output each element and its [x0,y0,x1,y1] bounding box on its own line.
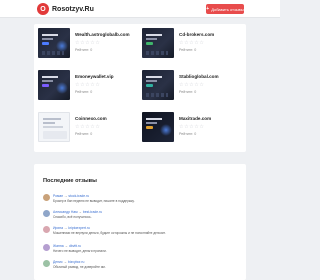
review-item: Роман → stock-trade.ru Брокер в бан неде… [43,194,238,208]
rating-stars: ☆☆☆☆☆ [179,124,205,130]
review-site-link[interactable]: kriptoexpert.ru [68,226,90,230]
company-name[interactable]: Coinnexo.com [75,116,107,121]
latest-reviews-section: Последние отзывы Роман → stock-trade.ru … [34,164,246,280]
company-thumbnail[interactable] [142,112,174,142]
company-card[interactable]: Wealth.astroglobalb.com ☆☆☆☆☆ Рейтинг: 0 [38,28,138,66]
company-thumbnail[interactable] [142,70,174,100]
company-thumbnail[interactable] [38,112,70,142]
rating-stars: ☆☆☆☆☆ [179,40,205,46]
review-item: Александр Нам → best-trade.ru Спасибо, в… [43,210,238,224]
company-grid: Wealth.astroglobalb.com ☆☆☆☆☆ Рейтинг: 0… [34,24,246,152]
avatar [43,244,50,251]
rating-text: Рейтинг: 0 [75,48,93,52]
review-author[interactable]: Ирина [53,226,63,230]
review-site-link[interactable]: dbvitt.ru [69,244,81,248]
company-name[interactable]: Stablioglobal.com [179,74,219,79]
site-header: O Rosotzyv.Ru + Добавить отзывы [0,0,280,18]
company-thumbnail[interactable] [38,28,70,58]
add-review-label: Добавить отзывы [211,6,244,12]
review-text: Обычный развод, не доверяйте им. [53,265,106,269]
review-site-link[interactable]: best-trade.ru [83,210,102,214]
company-name[interactable]: Maxitrade.com [179,116,211,121]
company-name[interactable]: Cd-brokers.com [179,32,214,37]
company-name[interactable]: Emoneywallet.vip [75,74,114,79]
rating-text: Рейтинг: 0 [179,48,197,52]
review-item: Ирина → kriptoexpert.ru Мошенники не вер… [43,226,238,240]
add-review-button[interactable]: + Добавить отзывы [206,4,244,14]
review-text: Брокер в бан неделю не выводит, пишите в… [53,199,135,203]
avatar [43,210,50,217]
rating-stars: ☆☆☆☆☆ [179,82,205,88]
avatar [43,226,50,233]
logo-icon: O [37,3,49,15]
rating-stars: ☆☆☆☆☆ [75,82,101,88]
review-author[interactable]: Денис [53,260,63,264]
review-text: Мошенники не вернули деньги, будьте осто… [53,231,166,235]
rating-stars: ☆☆☆☆☆ [75,40,101,46]
company-card[interactable]: Maxitrade.com ☆☆☆☆☆ Рейтинг: 0 [142,112,242,150]
review-author[interactable]: Роман [53,194,63,198]
review-author[interactable]: Жанна [53,244,64,248]
logo-text: Rosotzyv.Ru [52,5,94,13]
company-card[interactable]: Emoneywallet.vip ☆☆☆☆☆ Рейтинг: 0 [38,70,138,108]
company-card[interactable]: Cd-brokers.com ☆☆☆☆☆ Рейтинг: 0 [142,28,242,66]
company-card[interactable]: Stablioglobal.com ☆☆☆☆☆ Рейтинг: 0 [142,70,242,108]
site-logo[interactable]: O Rosotzyv.Ru [37,3,94,15]
plus-icon: + [206,6,210,12]
review-site-link[interactable]: stock-trade.ru [68,194,89,198]
rating-text: Рейтинг: 0 [179,90,197,94]
company-thumbnail[interactable] [38,70,70,100]
company-card[interactable]: Coinnexo.com ☆☆☆☆☆ Рейтинг: 0 [38,112,138,150]
avatar [43,260,50,267]
rating-text: Рейтинг: 0 [75,132,93,136]
review-author[interactable]: Александр Нам [53,210,78,214]
review-item: Жанна → dbvitt.ru Ничего не выводят, ден… [43,244,238,258]
rating-text: Рейтинг: 0 [75,90,93,94]
review-text: Спасибо, всё получилось. [53,215,92,219]
avatar [43,194,50,201]
rating-text: Рейтинг: 0 [179,132,197,136]
review-item: Денис → bizvybor.ru Обычный развод, не д… [43,260,238,274]
company-name[interactable]: Wealth.astroglobalb.com [75,32,130,37]
review-site-link[interactable]: bizvybor.ru [68,260,84,264]
rating-stars: ☆☆☆☆☆ [75,124,101,130]
section-title: Последние отзывы [43,178,97,184]
review-text: Ничего не выводят, деньги пропали. [53,249,107,253]
company-thumbnail[interactable] [142,28,174,58]
